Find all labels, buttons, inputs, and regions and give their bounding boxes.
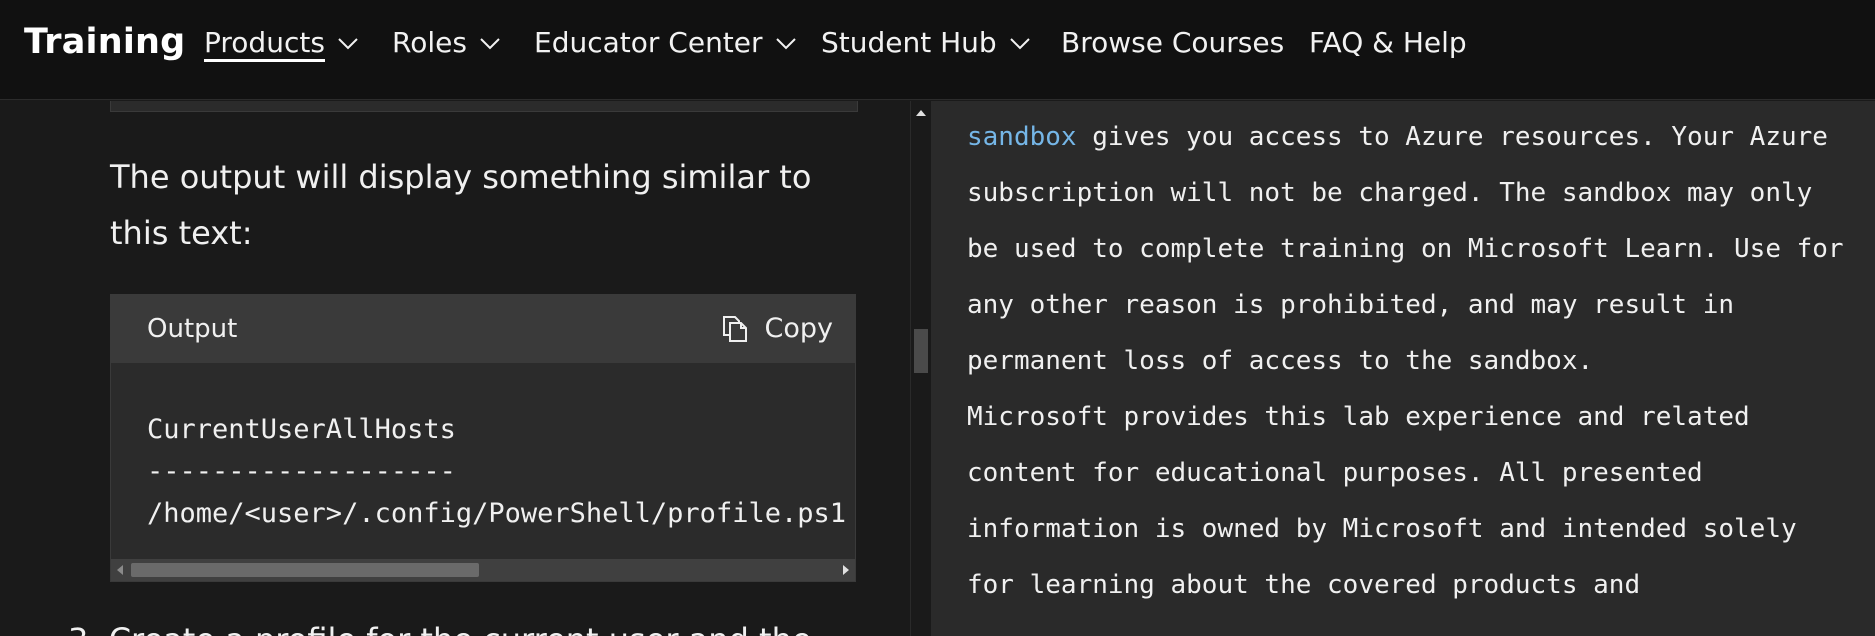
scroll-up-icon[interactable]: [911, 105, 931, 121]
sandbox-info-panel: sandbox gives you access to Azure resour…: [932, 101, 1875, 636]
top-navigation: Training Products Roles Educator Center …: [0, 0, 1875, 100]
instruction-paragraph: The output will display something simila…: [110, 158, 812, 252]
nav-item-label: Browse Courses: [1061, 26, 1285, 59]
nav-item-educator-center[interactable]: Educator Center: [534, 26, 797, 61]
main-content: The output will display something simila…: [0, 101, 910, 636]
nav-item-label: Educator Center: [534, 26, 763, 59]
disclaimer-paragraph: Microsoft provides this lab experience a…: [967, 402, 1797, 600]
horizontal-scrollbar[interactable]: [111, 559, 855, 581]
nav-item-products[interactable]: Products: [204, 26, 359, 62]
output-code-block: Output Copy CurrentUserAllHosts ---------…: [110, 294, 856, 582]
chevron-down-icon: [1009, 37, 1031, 51]
nav-item-roles[interactable]: Roles: [392, 26, 501, 61]
scrollbar-thumb[interactable]: [131, 563, 479, 577]
copy-button-label: Copy: [764, 313, 834, 344]
chevron-down-icon: [479, 37, 501, 51]
sandbox-paragraph-text: gives you access to Azure resources. You…: [967, 122, 1844, 376]
nav-item-student-hub[interactable]: Student Hub: [821, 26, 1031, 61]
scroll-left-icon[interactable]: [111, 559, 129, 581]
chevron-down-icon: [337, 37, 359, 51]
sandbox-terms-text: sandbox gives you access to Azure resour…: [967, 109, 1847, 613]
nav-item-label: Products: [204, 26, 325, 62]
code-line: /home/<user>/.config/PowerShell/profile.…: [147, 498, 846, 529]
scrollbar-thumb[interactable]: [914, 329, 928, 373]
chevron-down-icon: [775, 37, 797, 51]
code-language-label: Output: [147, 314, 238, 344]
nav-item-faq-help[interactable]: FAQ & Help: [1309, 26, 1467, 61]
brand-title[interactable]: Training: [24, 22, 185, 62]
nav-item-label: Roles: [392, 26, 467, 59]
nav-item-label: Student Hub: [821, 26, 997, 59]
scroll-right-icon[interactable]: [837, 559, 855, 581]
code-content: CurrentUserAllHosts ------------------- /h…: [147, 409, 846, 535]
code-line: -------------------: [147, 456, 456, 487]
nav-item-label: FAQ & Help: [1309, 26, 1467, 59]
vertical-scrollbar[interactable]: [910, 101, 932, 636]
sandbox-link[interactable]: sandbox: [967, 122, 1077, 152]
code-line: CurrentUserAllHosts: [147, 414, 456, 445]
copy-button[interactable]: Copy: [721, 313, 834, 344]
next-step-item: 3. Create a profile for the current user…: [68, 621, 812, 636]
previous-code-block: [110, 101, 858, 112]
nav-item-browse-courses[interactable]: Browse Courses: [1061, 26, 1284, 61]
code-block-header: Output Copy: [111, 295, 855, 363]
sandbox-paragraph: sandbox gives you access to Azure resour…: [967, 109, 1847, 389]
copy-icon: [721, 314, 749, 344]
